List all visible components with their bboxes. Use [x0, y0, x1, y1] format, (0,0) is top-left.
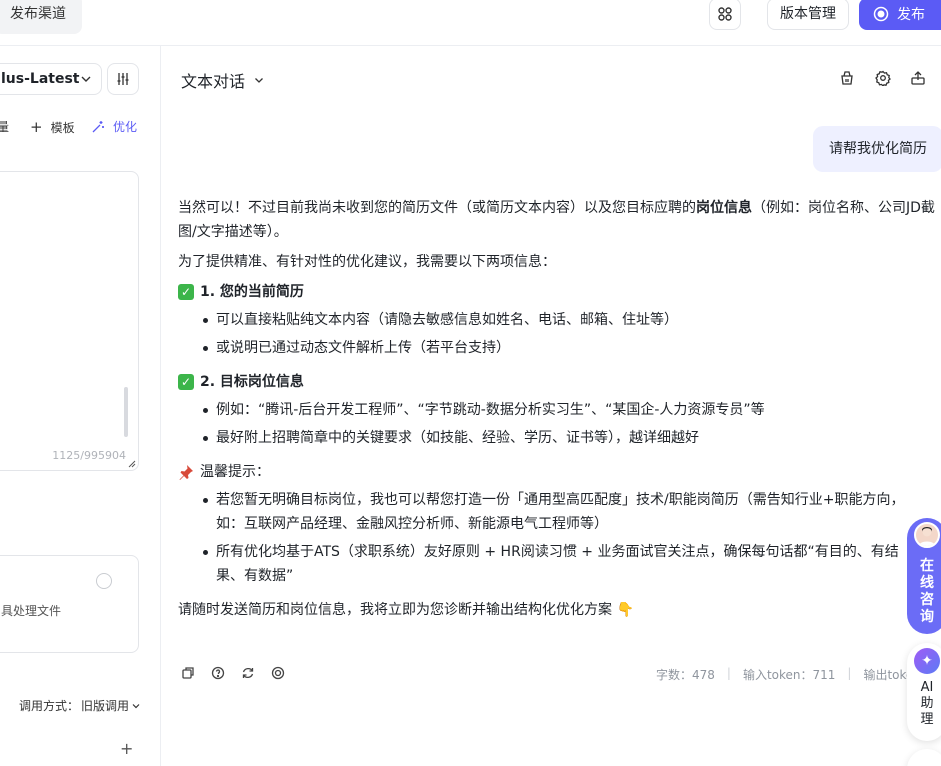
- answer-closing: 请随时发送简历和岗位信息，我将立即为您诊断并输出结构化优化方案 👇: [178, 598, 941, 622]
- file-tool-radio[interactable]: [96, 573, 112, 589]
- call-mode-select[interactable]: 调用方式： 旧版调用: [19, 697, 141, 714]
- input-tokens: 输入token：711: [742, 668, 836, 682]
- pointing-hand-icon: 👇: [616, 602, 634, 618]
- variable-button[interactable]: 量: [0, 118, 9, 135]
- apps-icon: [718, 7, 732, 21]
- ai-char: AI: [920, 680, 934, 695]
- target-icon[interactable]: [271, 666, 285, 680]
- help-icon[interactable]: [211, 666, 225, 680]
- chat-title: 文本对话: [181, 72, 246, 91]
- publish-icon: [873, 6, 889, 22]
- section-resume-title: ✓ 1. 您的当前简历: [178, 280, 941, 304]
- export-icon[interactable]: [910, 70, 926, 86]
- assistant-message: 当然可以！不过目前我尚未收到您的简历文件（或简历文本内容）以及您目标应聘的岗位信…: [178, 196, 941, 628]
- list-item: 例如：“腾讯-后台开发工程师”、“字节跳动-数据分析实习生”、“某国企-人力资源…: [178, 398, 941, 422]
- version-management-button[interactable]: 版本管理: [767, 0, 849, 30]
- answer-closing-text: 请随时发送简历和岗位信息，我将立即为您诊断并输出结构化优化方案: [178, 602, 612, 618]
- check-icon: ✓: [178, 374, 194, 390]
- top-bar: 发布渠道 版本管理 发布: [0, 0, 941, 46]
- user-message-bubble: 请帮我优化简历: [813, 126, 941, 172]
- section-resume-list: 可以直接粘贴纯文本内容（请隐去敏感信息如姓名、电话、邮箱、住址等） 或说明已通过…: [178, 308, 941, 360]
- template-label: 模板: [50, 120, 75, 135]
- chevron-down-icon: [132, 703, 140, 708]
- apps-button[interactable]: [709, 0, 741, 30]
- consult-char: 线: [920, 575, 934, 591]
- word-count: 字数：478: [656, 668, 715, 682]
- list-item: 所有优化均基于ATS（求职系统）友好原则 + HR阅读习惯 + 业务面试官关注点…: [178, 540, 918, 588]
- chat-panel: 文本对话 请帮我优化简历 当然可以！不过目前我尚未收到您的简历文件（或简历文本内…: [161, 46, 941, 766]
- list-item: 若您暂无明确目标岗位，我也可以帮您打造一份「通用型高匹配度」技术/职能岗简历（需…: [178, 488, 918, 536]
- config-panel: lus-Latest 量 + 模板 优化 1125/995904 具处理文件 调…: [0, 46, 161, 766]
- chevron-down-icon: [81, 76, 91, 82]
- answer-intro-bold: 岗位信息: [696, 200, 752, 216]
- gear-icon[interactable]: [875, 70, 891, 86]
- optimize-label: 优化: [113, 120, 138, 134]
- answer-need-line: 为了提供精准、有针对性的优化建议，我需要以下两项信息：: [178, 254, 556, 270]
- list-item: 可以直接粘贴纯文本内容（请隐去敏感信息如姓名、电话、邮箱、住址等）: [178, 308, 941, 332]
- message-actions: [181, 666, 285, 680]
- ai-char: 助: [920, 696, 934, 711]
- tips-label: 温馨提示：: [200, 464, 270, 480]
- ai-char: 理: [920, 712, 934, 727]
- message-stats: 字数：478 | 输入token：711 | 输出token: [656, 666, 921, 683]
- char-counter: 1125/995904: [52, 449, 126, 462]
- publish-button[interactable]: 发布: [859, 0, 941, 30]
- variable-label: 量: [0, 120, 10, 134]
- list-item: 或说明已通过动态文件解析上传（若平台支持）: [178, 336, 941, 360]
- magic-wand-icon: [92, 120, 104, 132]
- section-job-label: 2. 目标岗位信息: [200, 374, 304, 390]
- tips-title: 温馨提示：: [178, 460, 941, 484]
- add-button[interactable]: +: [120, 739, 133, 758]
- model-select[interactable]: lus-Latest: [0, 63, 102, 95]
- file-tool-card[interactable]: 具处理文件: [0, 555, 139, 653]
- publish-label: 发布: [897, 7, 925, 23]
- tips-list: 若您暂无明确目标岗位，我也可以帮您打造一份「通用型高匹配度」技术/职能岗简历（需…: [178, 488, 918, 588]
- pushpin-icon: [179, 465, 193, 480]
- sliders-icon: [117, 73, 129, 85]
- chat-mode-select[interactable]: 文本对话: [181, 68, 265, 92]
- consult-char: 在: [920, 558, 934, 574]
- answer-intro-text: 当然可以！不过目前我尚未收到您的简历文件（或简历文本内容）以及您目标应聘的: [178, 200, 696, 216]
- answer-intro: 当然可以！不过目前我尚未收到您的简历文件（或简历文本内容）以及您目标应聘的岗位信…: [178, 196, 941, 244]
- section-job-list: 例如：“腾讯-后台开发工程师”、“字节跳动-数据分析实习生”、“某国企-人力资源…: [178, 398, 941, 450]
- avatar: [914, 522, 940, 548]
- file-tool-text: 具处理文件: [1, 604, 62, 618]
- consult-char: 咨: [920, 592, 934, 608]
- section-job-title: ✓ 2. 目标岗位信息: [178, 370, 941, 394]
- template-button[interactable]: + 模板: [30, 118, 75, 136]
- call-mode-label: 调用方式：: [19, 699, 80, 713]
- clear-chat-icon[interactable]: [839, 70, 855, 86]
- plus-icon: +: [30, 118, 43, 136]
- divider: |: [847, 666, 852, 680]
- model-name: lus-Latest: [1, 71, 80, 87]
- prompt-scrollbar[interactable]: [124, 387, 128, 437]
- call-mode-value: 旧版调用: [81, 699, 130, 713]
- regenerate-icon[interactable]: [241, 666, 255, 680]
- system-prompt-input[interactable]: 1125/995904: [0, 171, 139, 471]
- model-settings-button[interactable]: [107, 63, 139, 95]
- tab-publish-channel[interactable]: 发布渠道: [0, 0, 82, 34]
- optimize-button[interactable]: 优化: [91, 118, 137, 135]
- list-item: 最好附上招聘简章中的关键要求（如技能、经验、学历、证书等），越详细越好: [178, 426, 941, 450]
- ai-assistant-button[interactable]: ✦ AI 助 理: [907, 643, 941, 741]
- online-consult-button[interactable]: 在 线 咨 询: [907, 518, 941, 634]
- check-icon: ✓: [178, 284, 194, 300]
- copy-icon[interactable]: [181, 666, 195, 680]
- consult-char: 询: [920, 609, 934, 625]
- section-resume-label: 1. 您的当前简历: [200, 284, 304, 300]
- chevron-down-icon: [255, 78, 263, 83]
- resize-handle-icon[interactable]: [128, 460, 136, 468]
- ai-logo-icon: ✦: [914, 648, 940, 674]
- person-icon: [919, 527, 935, 546]
- divider: |: [726, 666, 731, 680]
